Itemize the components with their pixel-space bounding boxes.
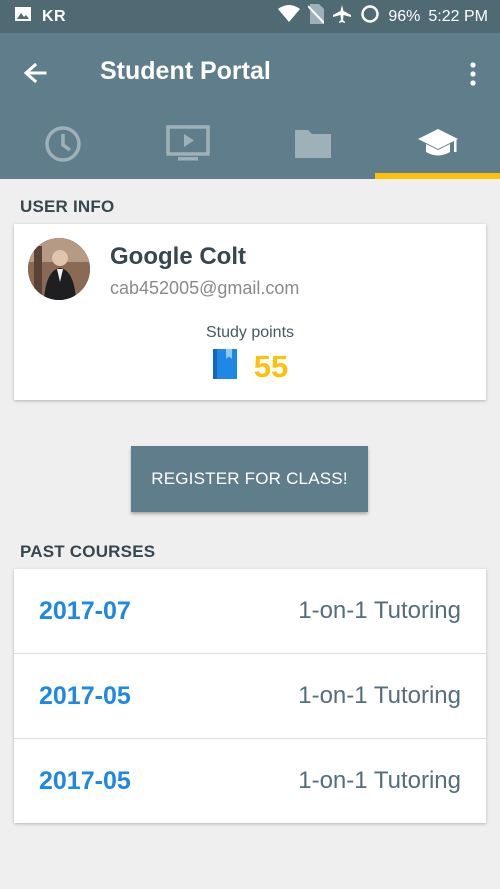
course-row[interactable]: 2017-05 1-on-1 Tutoring xyxy=(14,654,486,739)
register-for-class-button[interactable]: REGISTER FOR CLASS! xyxy=(131,446,368,512)
study-points-label: Study points xyxy=(205,324,295,341)
tab-videos[interactable] xyxy=(125,113,250,179)
user-info-card: Google Colt cab452005@gmail.com Study po… xyxy=(14,224,486,400)
clock-icon xyxy=(43,124,83,169)
carrier-label: KR xyxy=(42,7,67,25)
tab-bar xyxy=(0,113,500,179)
clock-time: 5:22 PM xyxy=(428,7,488,25)
user-info-heading: USER INFO xyxy=(20,197,115,216)
user-name: Google Colt xyxy=(110,243,246,270)
course-row[interactable]: 2017-07 1-on-1 Tutoring xyxy=(14,569,486,654)
course-date: 2017-05 xyxy=(39,767,131,795)
video-icon xyxy=(165,124,210,169)
study-points-value: 55 xyxy=(253,348,289,384)
no-sim-icon xyxy=(307,4,326,29)
course-row[interactable]: 2017-05 1-on-1 Tutoring xyxy=(14,739,486,823)
folder-icon xyxy=(293,127,333,166)
study-points: 55 xyxy=(14,348,486,385)
course-date: 2017-05 xyxy=(39,682,131,710)
tab-history[interactable] xyxy=(0,113,125,179)
image-notification-icon xyxy=(14,5,32,28)
overflow-menu-icon[interactable] xyxy=(468,61,478,87)
course-type: 1-on-1 Tutoring xyxy=(298,767,461,794)
past-courses-heading: PAST COURSES xyxy=(20,542,156,561)
course-date: 2017-07 xyxy=(39,597,131,625)
airplane-mode-icon xyxy=(332,4,352,29)
tab-files[interactable] xyxy=(250,113,375,179)
page-title: Student Portal xyxy=(100,57,271,85)
course-type: 1-on-1 Tutoring xyxy=(298,682,461,709)
wifi-icon xyxy=(278,5,301,28)
back-arrow-icon[interactable] xyxy=(20,59,50,89)
book-icon xyxy=(212,348,238,385)
course-type: 1-on-1 Tutoring xyxy=(298,597,461,624)
user-email: cab452005@gmail.com xyxy=(110,278,300,298)
status-bar: KR 96% 5:22 PM xyxy=(0,0,500,33)
active-tab-indicator xyxy=(375,173,500,179)
avatar[interactable] xyxy=(28,238,90,300)
battery-percent: 96% xyxy=(388,7,421,25)
sync-ring-icon xyxy=(360,4,380,29)
past-courses-list: 2017-07 1-on-1 Tutoring 2017-05 1-on-1 T… xyxy=(14,569,486,823)
app-bar: Student Portal xyxy=(0,33,500,113)
graduation-cap-icon xyxy=(416,126,460,167)
tab-profile[interactable] xyxy=(375,113,500,179)
